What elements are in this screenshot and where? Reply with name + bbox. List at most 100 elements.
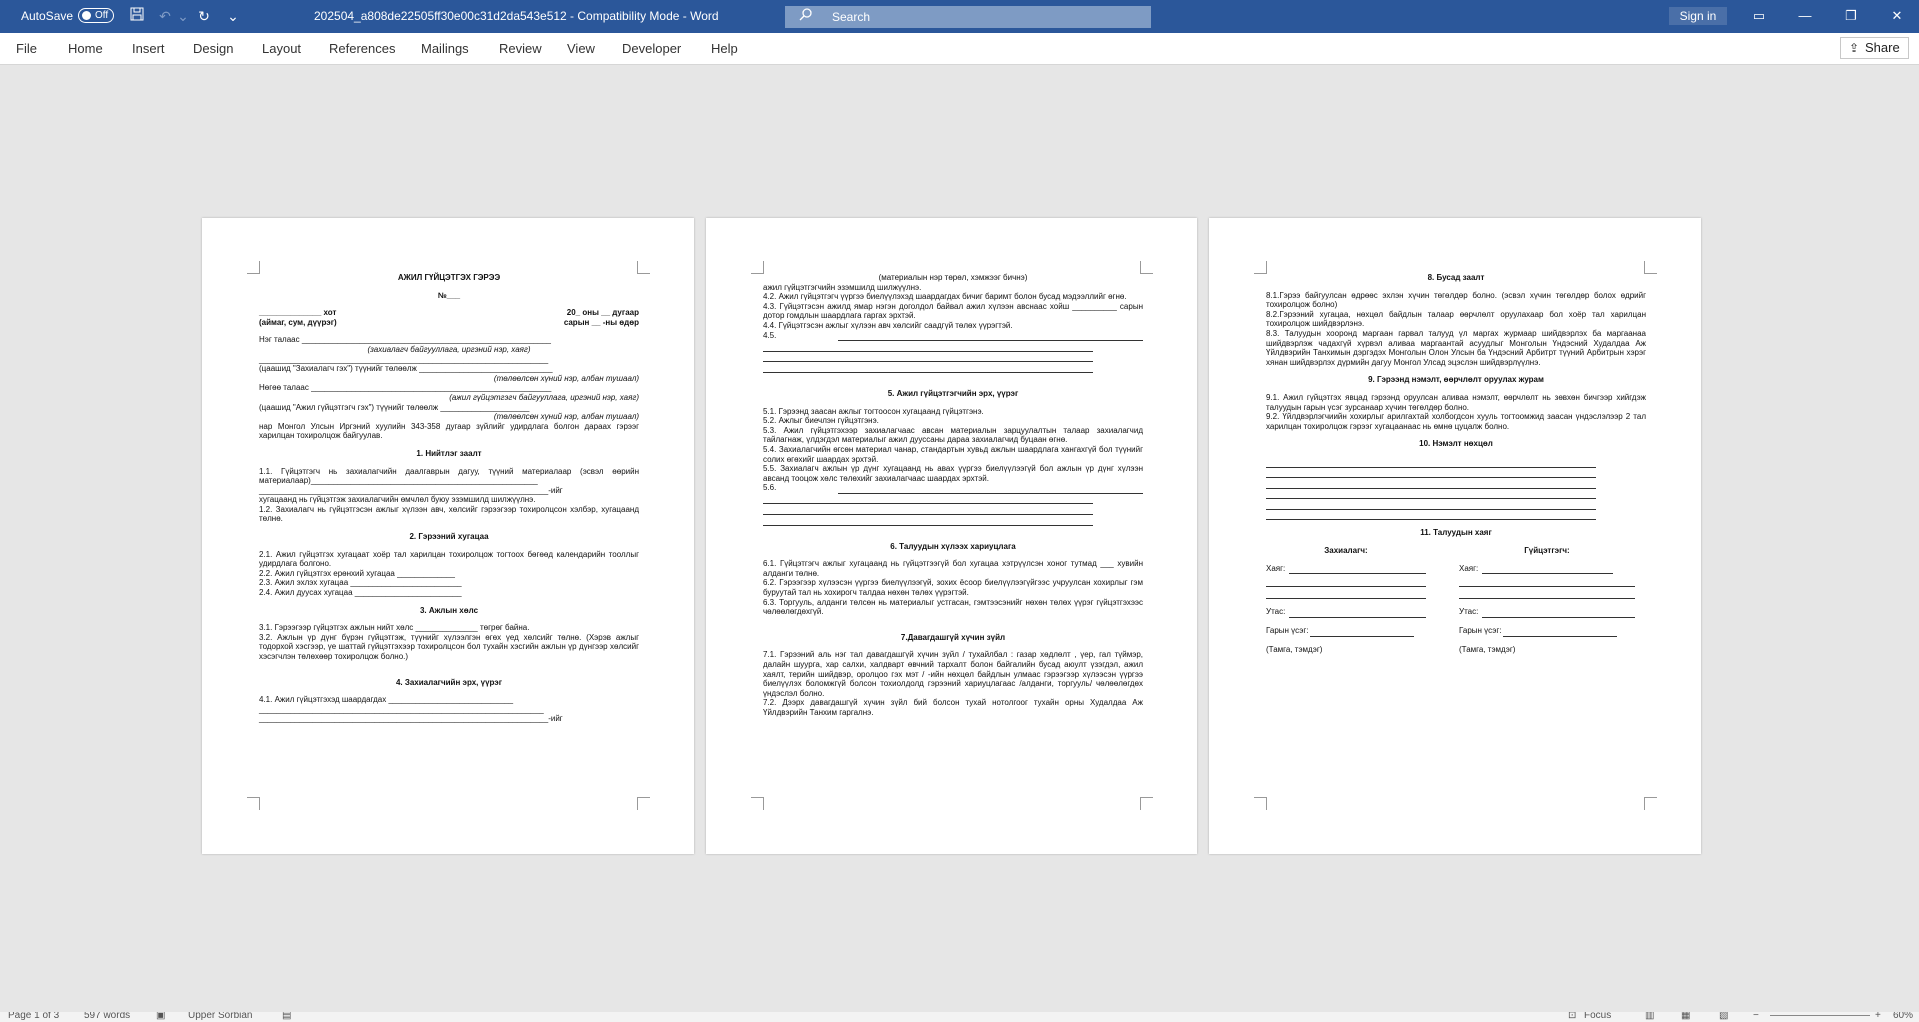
customize-toolbar-icon[interactable]: ⌄ [224,7,242,25]
address-label: Хаяг: [1459,563,1479,573]
contractor-heading: Гүйцэтгэгч: [1524,546,1570,556]
proofing-icon[interactable]: ▣ [156,1012,165,1021]
clause-7-1: 7.1. Гэрээний аль нэг тал давагдашгүй хү… [763,650,1143,698]
party1-line3: (цаашид "Захиалагч гэх") түүнийг төлөөлж… [259,364,553,374]
margin-corner-mark [1644,797,1657,810]
web-layout-icon[interactable]: ▧ [1719,1012,1728,1021]
sign-in-button[interactable]: Sign in [1669,7,1727,25]
clause-6-3: 6.3. Торгууль, алданги төлсөн нь материа… [763,597,1143,617]
save-icon[interactable] [128,7,146,25]
clause-6-2: 6.2. Гэрээгээр хүлээсэн үүргээ биелүүлээ… [763,578,1143,598]
clause-4-1c: ________________________________________… [259,714,563,724]
search-icon [799,8,817,24]
restore-icon[interactable]: ❐ [1837,5,1865,27]
page-1[interactable]: АЖИЛ ГҮЙЦЭТГЭХ ГЭРЭЭ №___ ______________… [202,218,694,854]
clause-7-2: 7.2. Дээрх давагдашгүй хүчин зүйл бий бо… [763,698,1143,717]
zoom-slider[interactable] [1770,1015,1870,1016]
tab-mailings[interactable]: Mailings [421,41,469,56]
contract-number: №___ [437,290,461,300]
share-button[interactable]: ⇪ Share [1840,37,1909,59]
tab-help[interactable]: Help [711,41,738,56]
print-layout-icon[interactable]: ▦ [1681,1012,1690,1021]
tab-references[interactable]: References [329,41,395,56]
margin-corner-mark [247,797,260,810]
clause-2-3: 2.3. Ажил эхлэх хугацаа ________________… [259,578,462,588]
clause-4-1: 4.1. Ажил гүйцэтгэхэд шаардагдах _______… [259,695,514,705]
page-3[interactable]: 8. Бусад заалт 8.1.Гэрээ байгуулсан өдрө… [1209,218,1701,854]
undo-icon[interactable]: ↶ [156,7,174,25]
fill-line [1266,499,1596,510]
zoom-out-icon[interactable]: − [1753,1012,1759,1021]
tab-developer[interactable]: Developer [622,41,681,56]
city-sub: (аймаг, сум, дүүрэг) [259,317,337,327]
clause-2-4: 2.4. Ажил дуусах хугацаа _______________… [259,588,462,598]
fill-line [763,504,1093,516]
redo-icon[interactable]: ↻ [195,7,213,25]
focus-label[interactable]: Focus [1584,1012,1611,1021]
phone-label: Утас: [1459,607,1479,617]
fill-line [1266,576,1426,587]
tab-insert[interactable]: Insert [132,41,165,56]
fill-line [763,341,1093,352]
section-5-heading: 5. Ажил гүйцэтгэгчийн эрх, үүрэг [887,388,1019,398]
toggle-knob [82,11,91,20]
tab-home[interactable]: Home [68,41,103,56]
section-2-heading: 2. Гэрээний хугацаа [409,532,489,542]
focus-icon[interactable]: ⊡ [1568,1012,1576,1021]
margin-corner-mark [1140,797,1153,810]
date-field: 20_ оны __ дугаар [566,308,639,318]
minimize-icon[interactable]: — [1791,5,1819,27]
language-indicator[interactable]: Upper Sorbian [188,1012,252,1021]
party2-line2: (цаашид "Ажил гүйцэтгэгч гэх") түүнийг т… [259,402,530,412]
clause-3-1: 3.1. Гэрээгээр гүйцэтгэх ажлын нийт хөлс… [259,623,530,633]
page-2[interactable]: (материалын нэр төрөл, хэмжээг бичнэ) аж… [706,218,1197,854]
page-count[interactable]: Page 1 of 3 [8,1012,59,1021]
read-mode-icon[interactable]: ▥ [1645,1012,1654,1021]
place-date-sub-row: (аймаг, сум, дүүрэг) сарын __ -ны өдөр [259,318,639,328]
contractor-column: Гүйцэтгэгч: Хаяг: Утас: Гарын үсэг: (Там… [1459,546,1635,654]
clause-3-2: 3.2. Ажлын үр дүнг бүрэн гүйцэтгэж, түүн… [259,632,639,661]
share-label: Share [1865,40,1900,55]
section-1-heading: 1. Нийтлэг заалт [416,448,482,458]
customer-column: Захиалагч: Хаяг: Утас: Гарын үсэг: (Тамг… [1266,546,1426,654]
undo-dropdown-icon[interactable]: ⌄ [174,7,192,25]
fill-line [1503,626,1617,637]
address-label: Хаяг: [1266,563,1286,573]
close-icon[interactable]: ✕ [1883,5,1911,27]
tab-layout[interactable]: Layout [262,41,301,56]
clause-4-4: 4.4. Гүйцэтгэсэн ажлыг хүлээн авч хөлсий… [763,320,1013,330]
clause-4-3: 4.3. Гүйцэтгэсэн ажилд ямар нэгэн доголд… [763,301,1143,321]
clause-5-2: 5.2. Ажлыг биечлэн гүйцэтгэнэ. [763,416,879,426]
tab-view[interactable]: View [567,41,595,56]
customer-phone-row: Утас: [1266,607,1426,619]
fill-line [1266,478,1596,489]
clause-9-1: 9.1. Ажил гүйцэтгэх явцад гэрээнд оруулс… [1266,392,1646,412]
place-date-row: ______________ хот 20_ оны __ дугаар [259,308,639,318]
page-1-content: АЖИЛ ГҮЙЦЭТГЭХ ГЭРЭЭ №___ ______________… [259,273,639,724]
fill-line [1459,576,1635,587]
fill-line [1266,468,1596,479]
ribbon-display-options-icon[interactable]: ▭ [1745,5,1773,27]
zoom-level[interactable]: 60% [1893,1012,1913,1021]
section-6-heading: 6. Талуудын хүлээх хариуцлага [890,541,1016,551]
clause-4-1-cont: ажил гүйцэтгэгчийн эзэмшилд шилжүүлнэ. [763,282,922,292]
tab-design[interactable]: Design [193,41,233,56]
party1-sub: (захиалагч байгууллага, иргэний нэр, хая… [367,344,531,354]
page-2-content: (материалын нэр төрөл, хэмжээг бичнэ) аж… [763,273,1143,718]
accessibility-icon[interactable]: ▤ [282,1012,291,1021]
party1-line2: ________________________________________… [259,354,549,364]
document-title: 202504_a808de22505ff30e00c31d2da543e512 … [314,9,719,23]
section-8-heading: 8. Бусад заалт [1427,273,1485,282]
fill-line [1482,564,1613,575]
search-box[interactable]: Search [785,6,1151,28]
stamp-label: (Тамга, тэмдэг) [1266,644,1323,654]
tab-review[interactable]: Review [499,41,542,56]
clause-2-1: 2.1. Ажил гүйцэтгэх хугацаат хоёр тал ха… [259,549,639,569]
fill-line [1310,626,1414,637]
autosave-toggle[interactable]: Off [78,8,114,23]
tab-file[interactable]: File [16,41,37,56]
word-count[interactable]: 597 words [84,1012,130,1021]
zoom-in-icon[interactable]: + [1875,1012,1881,1021]
fill-line [763,352,1093,363]
party1-line: Нэг талаас _____________________________… [259,335,551,345]
